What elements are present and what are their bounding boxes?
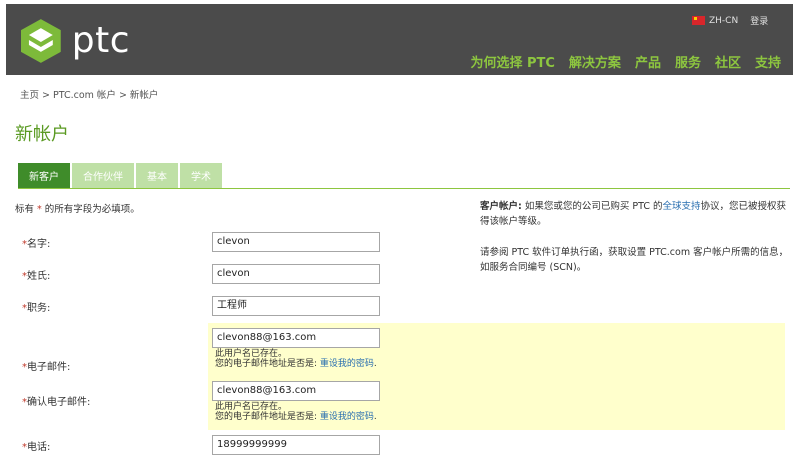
tab-partner[interactable]: 合作伙伴 <box>72 163 134 188</box>
last-name-input[interactable]: clevon <box>212 264 380 284</box>
first-name-row: *名字: clevon <box>22 232 380 252</box>
confirm-email-row: *确认电子邮件: <box>22 393 212 408</box>
phone-label: *电话: <box>22 441 51 453</box>
job-title-row: *职务: 工程师 <box>22 296 380 316</box>
reset-password-link[interactable]: 重设我的密码 <box>320 359 374 369</box>
last-name-label: *姓氏: <box>22 270 51 282</box>
breadcrumb[interactable]: 主页 > PTC.com 帐户 > 新帐户 <box>20 87 158 101</box>
china-flag-icon <box>692 16 705 25</box>
email-error-line2: 您的电子邮件地址是否是: <box>215 359 320 369</box>
nav-products[interactable]: 产品 <box>635 52 661 71</box>
nav-services[interactable]: 服务 <box>675 52 701 71</box>
page-title: 新帐户 <box>15 124 69 145</box>
ptc-logo-icon <box>20 19 61 63</box>
email-error-message: 此用户名已存在。 您的电子邮件地址是否是: 重设我的密码. <box>215 349 377 369</box>
nav-why-ptc[interactable]: 为何选择 PTC <box>470 52 554 71</box>
language-switch[interactable]: ZH-CN 登录 <box>692 14 768 27</box>
confirm-email-label: *确认电子邮件: <box>22 397 91 408</box>
required-note: 标有 * 的所有字段为必填项。 <box>15 201 140 215</box>
required-note-suffix: 的所有字段为必填项。 <box>41 204 140 215</box>
tab-academic[interactable]: 学术 <box>180 163 222 188</box>
confirm-email-error-line1: 此用户名已存在。 <box>215 402 288 412</box>
confirm-email-input[interactable]: clevon88@163.com <box>212 381 380 401</box>
customer-account-heading: 客户帐户: <box>480 201 522 212</box>
language-label[interactable]: ZH-CN <box>709 16 738 26</box>
logo-text: ptc <box>71 20 130 61</box>
main-nav: 为何选择 PTC 解决方案 产品 服务 社区 支持 <box>470 52 781 71</box>
required-note-prefix: 标有 <box>15 204 38 215</box>
phone-input[interactable]: 18999999999 <box>212 435 380 455</box>
customer-account-text: 如果您或您的公司已购买 PTC 的 <box>521 201 663 212</box>
confirm-email-error-message: 此用户名已存在。 您的电子邮件地址是否是: 重设我的密码. <box>215 402 377 422</box>
email-row: *电子邮件: <box>22 338 212 373</box>
tab-new-customer[interactable]: 新客户 <box>18 163 70 188</box>
reset-password-link-2[interactable]: 重设我的密码 <box>320 412 374 422</box>
nav-solutions[interactable]: 解决方案 <box>569 52 621 71</box>
email-label: *电子邮件: <box>22 362 71 373</box>
order-letter-paragraph: 请参阅 PTC 软件订单执行函，获取设置 PTC.com 客户帐户所需的信息，如… <box>480 247 789 273</box>
confirm-email-error-line2: 您的电子邮件地址是否是: <box>215 412 320 422</box>
first-name-label: *名字: <box>22 238 51 250</box>
site-header: ptc ZH-CN 登录 为何选择 PTC 解决方案 产品 服务 社区 支持 <box>6 4 793 75</box>
login-link[interactable]: 登录 <box>750 14 768 27</box>
customer-account-paragraph: 客户帐户: 如果您或您的公司已购买 PTC 的全球支持协议，您已被授权获得该帐户… <box>480 199 790 229</box>
account-type-tabs: 新客户 合作伙伴 基本 学术 <box>18 163 222 188</box>
nav-community[interactable]: 社区 <box>715 52 741 71</box>
tab-divider <box>18 188 790 189</box>
last-name-row: *姓氏: clevon <box>22 264 380 284</box>
customer-account-info: 客户帐户: 如果您或您的公司已购买 PTC 的全球支持协议，您已被授权获得该帐户… <box>480 199 790 275</box>
ptc-logo[interactable]: ptc <box>20 17 130 65</box>
tab-basic[interactable]: 基本 <box>136 163 178 188</box>
first-name-input[interactable]: clevon <box>212 232 380 252</box>
phone-row: *电话: 18999999999 <box>22 435 380 455</box>
email-error-line1: 此用户名已存在。 <box>215 349 288 359</box>
job-title-input[interactable]: 工程师 <box>212 296 380 316</box>
global-support-link[interactable]: 全球支持 <box>662 201 700 212</box>
email-input[interactable]: clevon88@163.com <box>212 328 380 348</box>
job-title-label: *职务: <box>22 302 51 314</box>
nav-support[interactable]: 支持 <box>755 52 781 71</box>
